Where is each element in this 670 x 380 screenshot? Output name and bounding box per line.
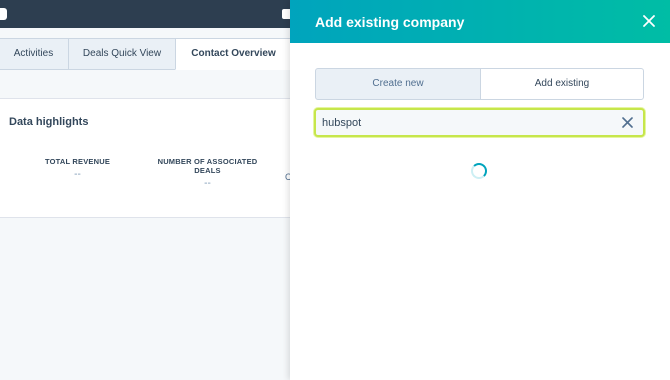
panel-header: Add existing company	[290, 0, 670, 43]
tab-contact-overview[interactable]: Contact Overview	[175, 38, 292, 70]
nav-search-icon[interactable]	[0, 8, 7, 20]
add-existing-tab[interactable]: Add existing	[480, 68, 644, 100]
card-title: Data highlights	[9, 116, 89, 128]
stat-total-revenue: TOTAL REVENUE --	[30, 157, 125, 180]
record-tabs: Activities Deals Quick View Contact Over…	[0, 38, 300, 70]
tab-activities[interactable]: Activities	[0, 38, 69, 70]
stat-associated-deals: NUMBER OF ASSOCIATED DEALS --	[150, 157, 265, 189]
company-search-field	[314, 108, 645, 137]
stat-value: --	[204, 178, 211, 189]
stat-label: TOTAL REVENUE	[44, 157, 111, 166]
create-new-tab[interactable]: Create new	[315, 68, 481, 100]
loading-spinner-icon	[471, 163, 487, 179]
data-highlights-card: Data highlights TOTAL REVENUE -- NUMBER …	[0, 98, 300, 218]
company-search-input[interactable]	[322, 113, 612, 132]
clear-icon[interactable]	[621, 116, 634, 129]
stat-label: NUMBER OF ASSOCIATED	[157, 157, 258, 166]
stat-value: --	[74, 169, 81, 180]
stat-label-line2: DEALS	[194, 166, 221, 175]
panel-title: Add existing company	[315, 14, 465, 30]
close-icon[interactable]	[640, 12, 658, 30]
add-company-panel: Add existing company Create new Add exis…	[290, 0, 670, 380]
tab-deals-quick-view[interactable]: Deals Quick View	[68, 38, 176, 70]
